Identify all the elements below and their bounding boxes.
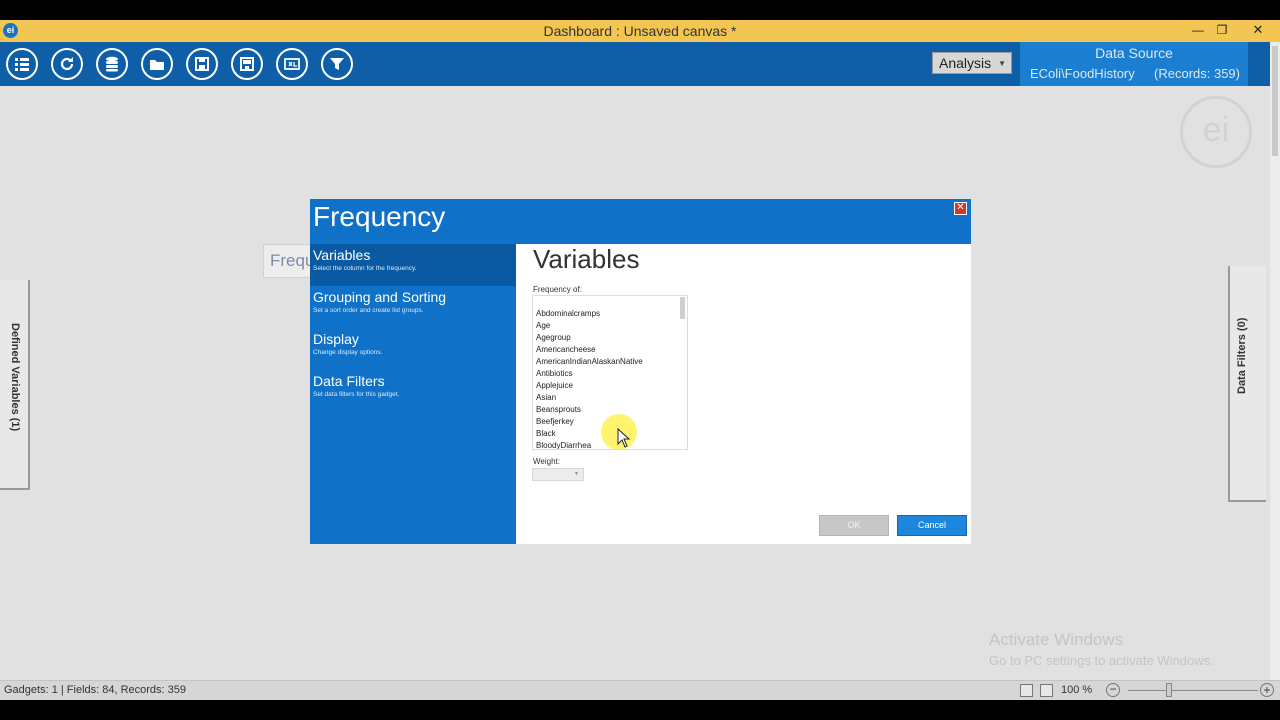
zoom-in-icon[interactable]: + — [1260, 683, 1274, 697]
list-item[interactable]: Agegroup — [536, 333, 571, 342]
list-item[interactable]: Age — [536, 321, 550, 330]
ei-watermark-logo: ei — [1180, 96, 1252, 168]
nav-item-label: Display — [313, 331, 359, 347]
nav-item-display[interactable]: Display Change display options. — [310, 328, 516, 370]
nav-item-description: Set a sort order and create list groups. — [313, 307, 424, 314]
data-source-panel[interactable]: Data Source EColi\FoodHistory (Records: … — [1020, 42, 1248, 86]
frequency-dialog: Frequency ✕ Variables Select the column … — [310, 199, 971, 544]
close-icon[interactable]: ✕ — [1244, 20, 1272, 42]
nav-item-label: Variables — [313, 247, 371, 263]
mouse-pointer-icon — [617, 428, 631, 448]
list-icon[interactable] — [6, 48, 38, 80]
canvas-scrollbar[interactable] — [1270, 42, 1280, 700]
analysis-select[interactable]: Analysis ▼ — [932, 52, 1012, 74]
close-icon[interactable]: ✕ — [954, 202, 967, 215]
weight-select[interactable]: ▼ — [532, 468, 584, 481]
zoom-level: 100 % — [1061, 684, 1093, 696]
grid-view-icon[interactable] — [1040, 684, 1053, 697]
listbox-scrollbar-thumb[interactable] — [680, 297, 685, 319]
list-item[interactable]: Americancheese — [536, 345, 596, 354]
app-window: ei Dashboard : Unsaved canvas * — ❐ ✕ An… — [0, 20, 1280, 700]
cancel-button[interactable]: Cancel — [897, 515, 967, 536]
refresh-icon[interactable] — [51, 48, 83, 80]
list-item[interactable]: Asian — [536, 393, 556, 402]
chevron-down-icon: ▼ — [574, 471, 579, 477]
list-item[interactable]: Applejuice — [536, 381, 573, 390]
window-title: Dashboard : Unsaved canvas * — [543, 23, 737, 39]
defined-variables-label: Defined Variables (1) — [9, 323, 21, 432]
list-item[interactable]: AmericanIndianAlaskanNative — [536, 357, 643, 366]
save-icon[interactable] — [186, 48, 218, 80]
data-source-records: (Records: 359) — [1154, 66, 1240, 81]
nav-item-label: Grouping and Sorting — [313, 289, 447, 305]
title-bar: ei Dashboard : Unsaved canvas * — ❐ ✕ — [0, 20, 1280, 42]
chevron-down-icon: ▼ — [998, 59, 1006, 68]
activation-watermark-title: Activate Windows — [989, 630, 1124, 649]
list-item[interactable]: BloodyDiarrhea — [536, 441, 591, 449]
list-item[interactable]: Antibiotics — [536, 369, 572, 378]
list-item[interactable]: Beansprouts — [536, 405, 581, 414]
data-source-title: Data Source — [1095, 45, 1173, 61]
scrollbar-thumb[interactable] — [1272, 46, 1278, 156]
activation-watermark-subtitle: Go to PC settings to activate Windows. — [989, 653, 1214, 668]
screen-letterbox-bottom — [0, 700, 1280, 720]
nav-item-label: Data Filters — [313, 373, 385, 389]
toolbar-ribbon: Analysis ▼ Data Source EColi\FoodHistory… — [0, 42, 1280, 86]
dialog-title: Frequency — [313, 201, 446, 232]
database-icon[interactable] — [96, 48, 128, 80]
open-folder-icon[interactable] — [141, 48, 173, 80]
list-item[interactable]: Beefjerkey — [536, 417, 574, 426]
dialog-content: Variables Frequency of: Abdominalcramps … — [516, 244, 971, 544]
nav-item-data-filters[interactable]: Data Filters Set data filters for this g… — [310, 370, 516, 412]
fit-page-icon[interactable] — [1020, 684, 1033, 697]
status-bar: Gadgets: 1 | Fields: 84, Records: 359 10… — [0, 680, 1280, 700]
nav-item-description: Change display options. — [313, 349, 383, 356]
frequency-of-label: Frequency of: — [533, 285, 582, 294]
zoom-slider-track[interactable] — [1128, 690, 1258, 691]
weight-label: Weight: — [533, 457, 560, 466]
list-item[interactable]: Abdominalcramps — [536, 309, 600, 318]
zoom-slider-thumb[interactable] — [1166, 683, 1172, 697]
analysis-select-value: Analysis — [939, 55, 992, 71]
nav-item-grouping-sorting[interactable]: Grouping and Sorting Set a sort order an… — [310, 286, 516, 328]
data-source-name: EColi\FoodHistory — [1030, 66, 1135, 81]
list-item[interactable]: Black — [536, 429, 556, 438]
save-as-icon[interactable] — [231, 48, 263, 80]
restore-icon[interactable]: ❐ — [1208, 20, 1236, 42]
status-summary: Gadgets: 1 | Fields: 84, Records: 359 — [4, 684, 187, 696]
screen-letterbox-top — [0, 0, 1280, 20]
nav-item-description: Set data filters for this gadget. — [313, 391, 400, 398]
zoom-out-icon[interactable]: − — [1106, 683, 1120, 697]
data-filters-label: Data Filters (0) — [1236, 317, 1248, 394]
ok-button[interactable]: OK — [819, 515, 889, 536]
export-icon[interactable] — [276, 48, 308, 80]
zoom-controls: 100 % − + — [1018, 683, 1280, 699]
nav-item-variables[interactable]: Variables Select the column for the freq… — [310, 244, 516, 286]
filter-icon[interactable] — [321, 48, 353, 80]
nav-item-description: Select the column for the frequency. — [313, 265, 417, 272]
section-title: Variables — [533, 244, 640, 274]
